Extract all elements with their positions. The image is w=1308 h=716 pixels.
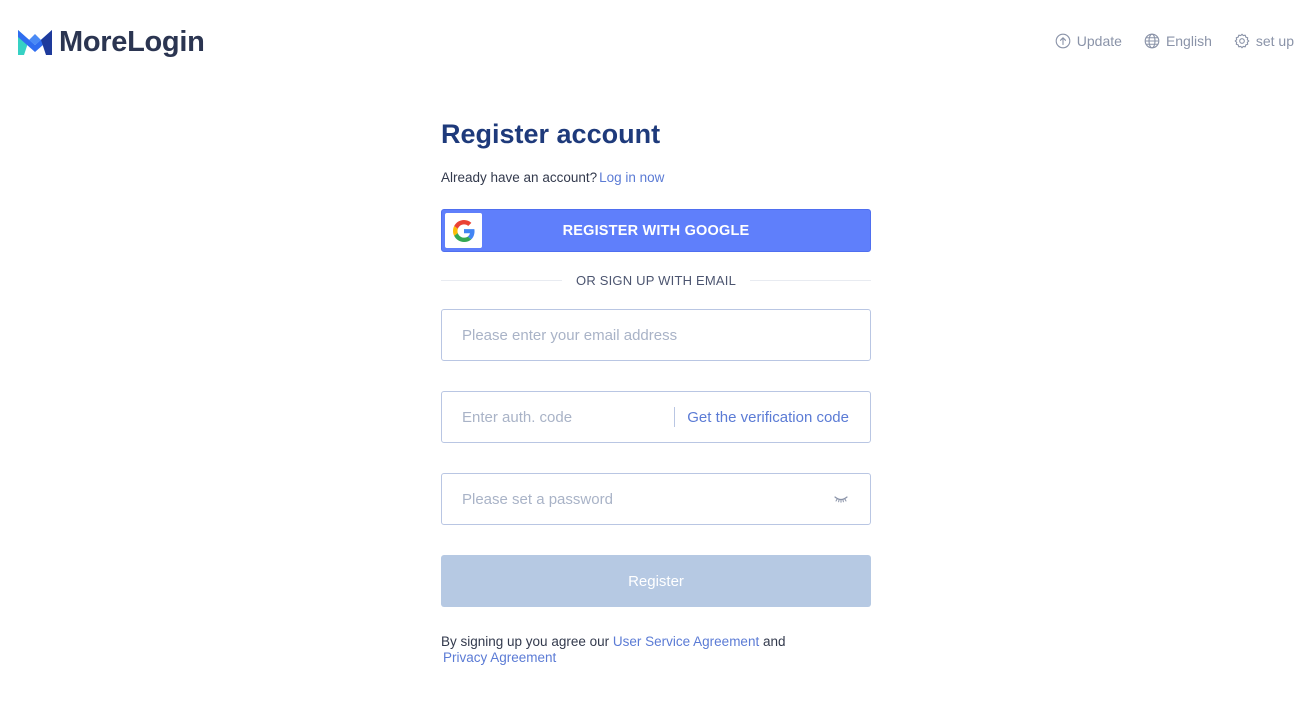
language-selector[interactable]: English xyxy=(1144,33,1212,49)
google-logo-box xyxy=(445,213,482,248)
login-prompt-row: Already have an account? Log in now xyxy=(441,170,871,185)
update-button[interactable]: Update xyxy=(1055,33,1122,49)
login-link[interactable]: Log in now xyxy=(599,170,664,185)
globe-icon xyxy=(1144,33,1160,49)
google-logo-icon xyxy=(452,219,475,242)
user-service-agreement-link[interactable]: User Service Agreement xyxy=(613,634,759,649)
agreement-text: By signing up you agree our User Service… xyxy=(441,634,871,666)
top-actions: Update English set up xyxy=(1055,33,1294,49)
eye-closed-icon[interactable] xyxy=(833,493,849,505)
page-title: Register account xyxy=(441,119,661,149)
auth-code-input[interactable] xyxy=(442,392,675,442)
get-verification-code-link[interactable]: Get the verification code xyxy=(675,409,870,426)
setup-button[interactable]: set up xyxy=(1234,33,1294,49)
email-input[interactable] xyxy=(442,310,870,360)
divider-line-left xyxy=(441,280,563,281)
register-with-google-button[interactable]: REGISTER WITH GOOGLE xyxy=(441,209,871,252)
email-field-box xyxy=(441,309,871,361)
logo-text: MoreLogin xyxy=(59,26,205,58)
login-prompt-text: Already have an account? xyxy=(441,170,598,185)
setup-label: set up xyxy=(1255,33,1294,49)
divider-text: OR SIGN UP WITH EMAIL xyxy=(576,273,736,288)
app-logo: MoreLogin xyxy=(17,26,205,58)
upload-circle-icon xyxy=(1055,33,1071,49)
gear-icon xyxy=(1234,33,1250,49)
google-button-label: REGISTER WITH GOOGLE xyxy=(562,222,750,239)
update-label: Update xyxy=(1076,33,1122,49)
register-form: Register account Already have an account… xyxy=(441,110,872,666)
or-divider: OR SIGN UP WITH EMAIL xyxy=(441,273,872,288)
password-field-box xyxy=(441,473,871,525)
privacy-agreement-link[interactable]: Privacy Agreement xyxy=(441,650,556,665)
register-page: MoreLogin Update English set up Register… xyxy=(0,0,1308,716)
agreement-prefix: By signing up you agree our xyxy=(441,634,610,649)
divider-line-right xyxy=(750,280,872,281)
language-label: English xyxy=(1165,33,1212,49)
agreement-and: and xyxy=(762,634,786,649)
password-input[interactable] xyxy=(442,474,833,524)
auth-code-field-box: Get the verification code xyxy=(441,391,871,443)
register-button[interactable]: Register xyxy=(441,555,871,607)
morelogin-logo-icon xyxy=(18,30,52,55)
